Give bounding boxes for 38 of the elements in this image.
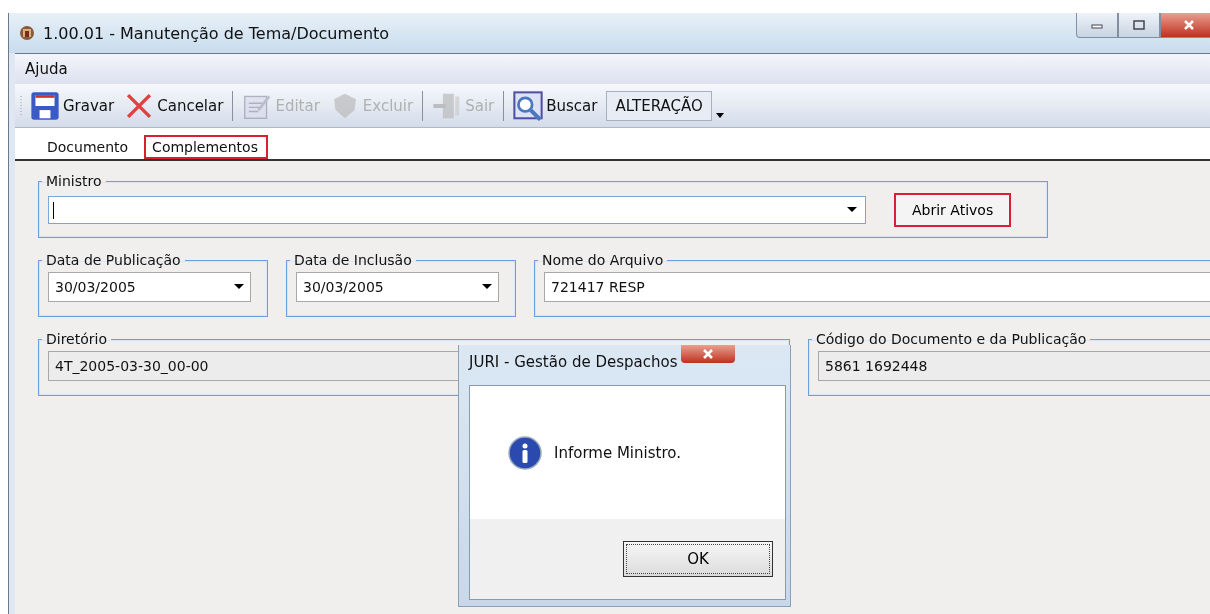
minimize-button[interactable] — [1076, 13, 1118, 38]
maximize-icon — [1133, 20, 1145, 30]
minimize-icon — [1091, 21, 1103, 29]
dropdown-arrow-icon — [234, 284, 244, 290]
ok-button[interactable]: OK — [623, 541, 773, 577]
dialog-message: Informe Ministro. — [554, 443, 681, 462]
date-picker[interactable]: 30/03/2005 — [296, 272, 499, 302]
toolbar-button[interactable]: Cancelar — [121, 88, 227, 123]
mode-indicator: ALTERAÇÃO — [606, 90, 712, 121]
maximize-button[interactable] — [1118, 13, 1160, 38]
date-picker[interactable]: 30/03/2005 — [48, 272, 251, 302]
read-only-field: 5861 1692448 — [818, 351, 1210, 381]
tab[interactable]: Complementos — [144, 135, 268, 159]
group-label: Nome do Arquivo — [541, 252, 665, 268]
tab[interactable]: Documento — [39, 135, 139, 159]
group-label: Diretório — [45, 331, 108, 347]
dialog-title: JURI - Gestão de Despachos — [469, 353, 678, 371]
group-label: Data de Publicação — [45, 252, 182, 268]
group-label: Data de Inclusão — [293, 252, 413, 268]
window-title: 1.00.01 - Manutenção de Tema/Documento — [43, 23, 390, 43]
dropdown-arrow-icon — [847, 207, 857, 213]
close-button[interactable] — [1160, 13, 1210, 38]
close-icon — [702, 349, 715, 359]
search-icon — [513, 90, 544, 121]
close-button[interactable] — [681, 345, 736, 363]
app-icon — [19, 25, 35, 41]
group-label: Código do Documento e da Publicação — [815, 331, 1088, 347]
close-icon — [1183, 20, 1195, 30]
dropdown-arrow-icon — [715, 113, 724, 119]
dropdown-arrow-icon — [482, 284, 492, 290]
info-icon — [508, 435, 542, 470]
toolbar-button[interactable]: Gravar — [27, 88, 118, 123]
menu-item[interactable]: Ajuda — [25, 60, 68, 78]
text-field[interactable]: 721417 RESP — [544, 272, 1210, 302]
ministro-combo[interactable] — [48, 196, 866, 224]
toolbar-button[interactable]: Buscar — [510, 88, 601, 123]
open-active-button[interactable]: Abrir Ativos — [894, 193, 1012, 227]
group-label: Ministro — [45, 173, 103, 189]
